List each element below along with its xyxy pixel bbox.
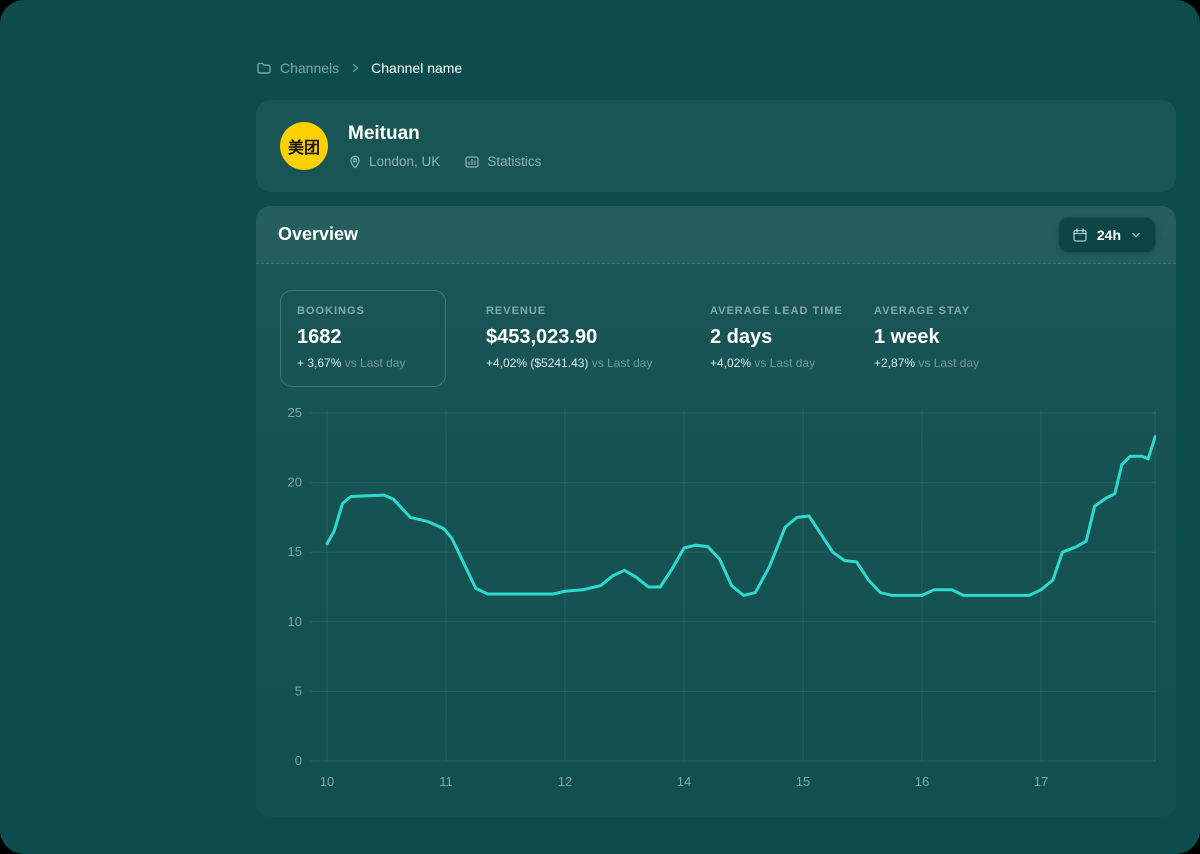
app-background: Channels Channel name 美团 Meituan (0, 0, 1200, 854)
stat-label: AVERAGE STAY (874, 305, 979, 317)
time-range-selector[interactable]: 24h (1058, 217, 1156, 253)
chevron-right-icon (349, 62, 361, 74)
statistics-label: Statistics (487, 154, 541, 169)
breadcrumb: Channels Channel name (256, 60, 1176, 76)
svg-text:0: 0 (295, 753, 302, 768)
breadcrumb-channels[interactable]: Channels (256, 60, 339, 76)
svg-text:12: 12 (558, 774, 572, 789)
location-pin-icon (348, 155, 362, 169)
channel-card: 美团 Meituan London, UK (256, 100, 1176, 192)
stat-value: 2 days (710, 326, 874, 349)
stat-delta-value: +2,87% (874, 356, 915, 370)
stat-delta: +4,02% ($5241.43) vs Last day (486, 356, 710, 370)
svg-text:14: 14 (677, 774, 691, 789)
stat-delta: + 3,67% vs Last day (297, 356, 429, 370)
bookings-chart: 0 5 10 15 20 25 10 11 12 14 15 16 17 (276, 399, 1156, 797)
statistics-link[interactable]: Statistics (464, 154, 541, 170)
stat-average-lead-time[interactable]: AVERAGE LEAD TIME 2 days +4,02% vs Last … (710, 290, 874, 370)
channel-meta: London, UK Statistics (348, 154, 541, 170)
stat-delta-suffix: vs Last day (592, 356, 653, 370)
statistics-icon (464, 154, 480, 170)
stat-value: 1 week (874, 326, 979, 349)
channel-logo-text: 美团 (288, 134, 320, 158)
stat-delta: +2,87% vs Last day (874, 356, 979, 370)
svg-text:25: 25 (288, 405, 302, 420)
channel-info: Meituan London, UK (348, 123, 541, 170)
stat-label: REVENUE (486, 305, 710, 317)
stat-average-stay[interactable]: AVERAGE STAY 1 week +2,87% vs Last day (874, 290, 979, 370)
svg-text:10: 10 (320, 774, 334, 789)
svg-text:15: 15 (288, 544, 302, 559)
overview-header: Overview 24h (256, 206, 1176, 264)
stats-row: BOOKINGS 1682 + 3,67% vs Last day REVENU… (276, 290, 1156, 387)
stat-value: 1682 (297, 326, 429, 349)
breadcrumb-current: Channel name (371, 60, 462, 76)
time-range-label: 24h (1097, 227, 1121, 243)
channel-name: Meituan (348, 123, 541, 145)
stat-delta-suffix: vs Last day (754, 356, 815, 370)
overview-panel: Overview 24h (256, 206, 1176, 817)
channel-location-label: London, UK (369, 154, 440, 169)
stat-label: BOOKINGS (297, 305, 429, 317)
chevron-down-icon (1130, 229, 1142, 241)
stat-value: $453,023.90 (486, 326, 710, 349)
breadcrumb-channels-label: Channels (280, 60, 339, 76)
channel-logo: 美团 (280, 122, 328, 170)
calendar-icon (1072, 227, 1088, 243)
stat-revenue[interactable]: REVENUE $453,023.90 +4,02% ($5241.43) vs… (486, 290, 710, 370)
svg-text:5: 5 (295, 683, 302, 698)
svg-text:16: 16 (915, 774, 929, 789)
svg-text:10: 10 (288, 614, 302, 629)
svg-text:15: 15 (796, 774, 810, 789)
stat-delta-value: +4,02% (710, 356, 751, 370)
stat-delta: +4,02% vs Last day (710, 356, 874, 370)
stat-label: AVERAGE LEAD TIME (710, 305, 874, 317)
overview-body: BOOKINGS 1682 + 3,67% vs Last day REVENU… (256, 264, 1176, 817)
svg-text:11: 11 (439, 774, 453, 789)
stat-delta-suffix: vs Last day (345, 356, 406, 370)
main-content: Channels Channel name 美团 Meituan (256, 0, 1176, 817)
stat-delta-value: + 3,67% (297, 356, 341, 370)
channel-location: London, UK (348, 154, 440, 170)
stat-bookings[interactable]: BOOKINGS 1682 + 3,67% vs Last day (280, 290, 446, 387)
stat-delta-value: +4,02% ($5241.43) (486, 356, 588, 370)
overview-title: Overview (276, 224, 358, 245)
svg-text:17: 17 (1034, 774, 1048, 789)
svg-text:20: 20 (288, 475, 302, 490)
folder-icon (256, 60, 272, 76)
stat-delta-suffix: vs Last day (918, 356, 979, 370)
